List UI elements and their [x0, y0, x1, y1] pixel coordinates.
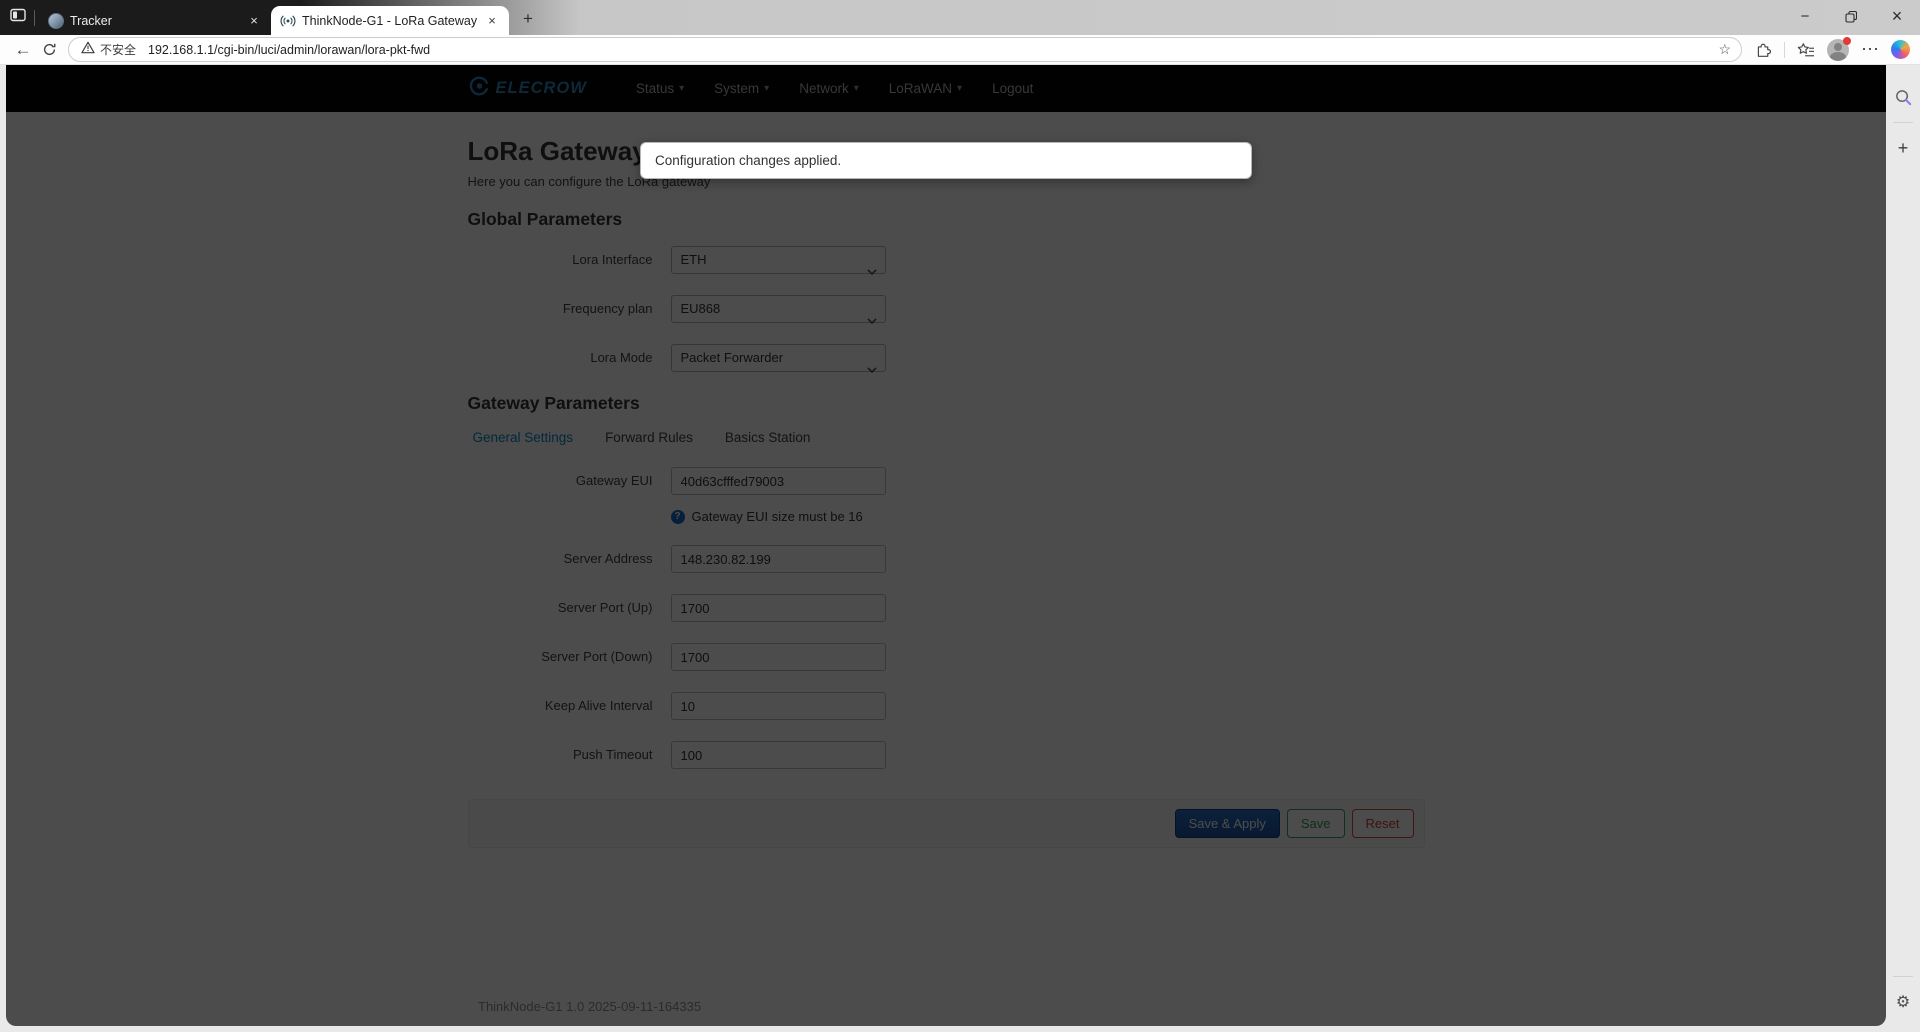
tab-tracker[interactable]: Tracker × [39, 6, 271, 35]
extensions-icon[interactable] [1752, 39, 1774, 61]
warning-triangle-icon [81, 41, 95, 59]
minimize-button[interactable]: − [1782, 0, 1828, 33]
toolbar-icons: ⋯ [1752, 39, 1910, 61]
sidebar-divider [1893, 976, 1913, 977]
edge-sidebar: + ⚙ [1886, 65, 1920, 1032]
copilot-icon[interactable] [1891, 40, 1910, 59]
toast-notification: Configuration changes applied. [640, 142, 1252, 179]
notification-dot [1843, 37, 1851, 45]
add-sidebar-item-icon[interactable]: + [1891, 136, 1915, 160]
security-label: 不安全 [100, 41, 136, 58]
url-text[interactable]: 192.168.1.1/cgi-bin/luci/admin/lorawan/l… [148, 43, 1718, 57]
window-controls: − × [1782, 0, 1920, 35]
address-bar[interactable]: 不安全 192.168.1.1/cgi-bin/luci/admin/loraw… [68, 37, 1742, 62]
sidebar-divider [1893, 122, 1913, 123]
close-button[interactable]: × [1874, 0, 1920, 33]
toolbar-separator [1784, 42, 1785, 58]
settings-gear-icon[interactable]: ⚙ [1891, 990, 1915, 1014]
tab-close-icon[interactable]: × [246, 13, 262, 29]
antenna-favicon-icon [280, 13, 296, 29]
more-menu-icon[interactable]: ⋯ [1859, 39, 1881, 61]
favorites-list-icon[interactable] [1795, 39, 1817, 61]
favorite-star-icon[interactable]: ☆ [1718, 41, 1731, 58]
search-icon[interactable] [1891, 85, 1915, 109]
titlebar-divider [34, 10, 35, 26]
browser-toolbar: ← 不安全 192.168.1.1/cgi-bin/luci/admin/lor… [0, 35, 1920, 65]
new-tab-button[interactable]: + [515, 6, 541, 32]
tab-layout-button[interactable] [0, 0, 32, 35]
browser-viewport: ELECROW Status ▾ System ▾ Network ▾ LoRa… [0, 65, 1920, 1032]
tab-title: Tracker [70, 14, 240, 28]
security-chip[interactable]: 不安全 [81, 41, 136, 59]
tab-thinknode-active[interactable]: ThinkNode-G1 - LoRa Gateway - × [271, 6, 509, 35]
modal-dim-overlay [6, 65, 1886, 1026]
profile-button[interactable] [1827, 39, 1849, 61]
restore-button[interactable] [1828, 0, 1874, 33]
tab-close-icon[interactable]: × [484, 13, 500, 29]
back-button[interactable]: ← [10, 38, 36, 62]
refresh-button[interactable] [36, 38, 62, 62]
tab-layout-icon [10, 7, 26, 28]
tracker-favicon-icon [48, 13, 64, 29]
web-content: ELECROW Status ▾ System ▾ Network ▾ LoRa… [6, 65, 1886, 1026]
browser-titlebar: Tracker × ThinkNode-G1 - LoRa Gateway - … [0, 0, 1920, 35]
tab-title: ThinkNode-G1 - LoRa Gateway - [302, 14, 478, 28]
